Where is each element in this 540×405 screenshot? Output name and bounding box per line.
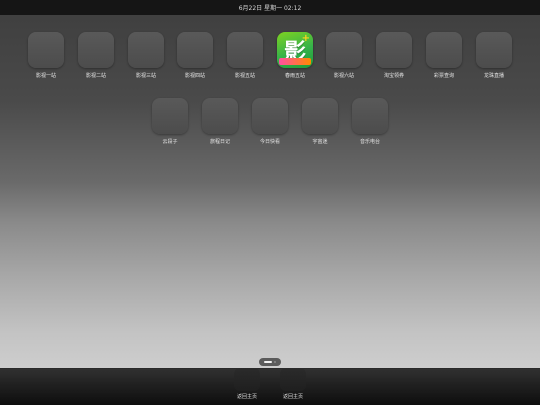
app-tile xyxy=(177,32,213,68)
app-label: 旅程日记 xyxy=(209,139,230,145)
app-icon-yingshi-3[interactable]: 影视三站 xyxy=(121,32,171,79)
app-icon-yingshi-5[interactable]: 影视五站 xyxy=(220,32,270,79)
app-tile xyxy=(476,32,512,68)
app-label: 影视五站 xyxy=(234,73,255,79)
app-tile xyxy=(326,32,362,68)
status-bar: 6月22日 星期一 02:12 xyxy=(0,0,540,15)
app-label: 春雨五站 xyxy=(284,73,305,79)
app-label: 影视二站 xyxy=(85,73,106,79)
app-icon-lottery[interactable]: 彩票查询 xyxy=(419,32,469,79)
plus-icon: + xyxy=(301,33,310,44)
app-icon-yingshi-1[interactable]: 影视一站 xyxy=(21,32,71,79)
app-label: 宇宙迷 xyxy=(312,139,328,145)
app-icon-lvcheng[interactable]: 旅程日记 xyxy=(195,98,245,145)
app-icon-yunduanzi[interactable]: 云段子 xyxy=(145,98,195,145)
app-icon-yuzhou[interactable]: 宇宙迷 xyxy=(295,98,345,145)
app-label: 云段子 xyxy=(162,139,178,145)
app-tile xyxy=(376,32,412,68)
app-tile xyxy=(252,98,288,134)
app-tile xyxy=(426,32,462,68)
app-tile xyxy=(152,98,188,134)
app-tile xyxy=(128,32,164,68)
app-label: 影视四站 xyxy=(184,73,205,79)
app-label: 影视一站 xyxy=(35,73,56,79)
app-icon-yingshi-6[interactable]: 影视六站 xyxy=(319,32,369,79)
app-tile xyxy=(352,98,388,134)
dock-label: 返回主页 xyxy=(236,394,257,400)
app-label: 今日快看 xyxy=(259,139,280,145)
app-icon-chunyu[interactable]: 影 + 春雨五站 xyxy=(270,32,320,79)
app-tile xyxy=(227,32,263,68)
dock-item-home-2[interactable]: 返回主页 xyxy=(278,368,308,400)
app-icon-jinri[interactable]: 今日快看 xyxy=(245,98,295,145)
app-label: 彩票查询 xyxy=(433,73,454,79)
status-datetime: 6月22日 星期一 02:12 xyxy=(238,5,302,12)
app-icon-yingshi-4[interactable]: 影视四站 xyxy=(170,32,220,79)
app-label: 影视六站 xyxy=(333,73,354,79)
app-tile xyxy=(78,32,114,68)
app-tile xyxy=(28,32,64,68)
dock-tile xyxy=(280,368,306,391)
ribbon-decoration xyxy=(279,58,311,65)
app-label: 淘宝领券 xyxy=(383,73,404,79)
dock-label: 返回主页 xyxy=(282,394,303,400)
page-dot[interactable] xyxy=(274,361,276,363)
page-indicator[interactable] xyxy=(259,358,281,366)
app-label: 音乐电台 xyxy=(359,139,380,145)
dock-tile xyxy=(234,368,260,391)
app-label: 影视三站 xyxy=(135,73,156,79)
app-icon-music-radio[interactable]: 音乐电台 xyxy=(345,98,395,145)
page-dot-active[interactable] xyxy=(264,361,272,363)
app-icon-longzhu[interactable]: 龙珠直播 xyxy=(469,32,519,79)
app-tile xyxy=(302,98,338,134)
app-icon-yingshi-2[interactable]: 影视二站 xyxy=(71,32,121,79)
app-label: 龙珠直播 xyxy=(483,73,504,79)
app-icon-taobao[interactable]: 淘宝领券 xyxy=(369,32,419,79)
app-tile xyxy=(202,98,238,134)
ying-yingshi-app-icon: 影 + xyxy=(277,32,313,68)
dock-item-home-1[interactable]: 返回主页 xyxy=(232,368,262,400)
dock: 返回主页 返回主页 xyxy=(0,368,540,405)
